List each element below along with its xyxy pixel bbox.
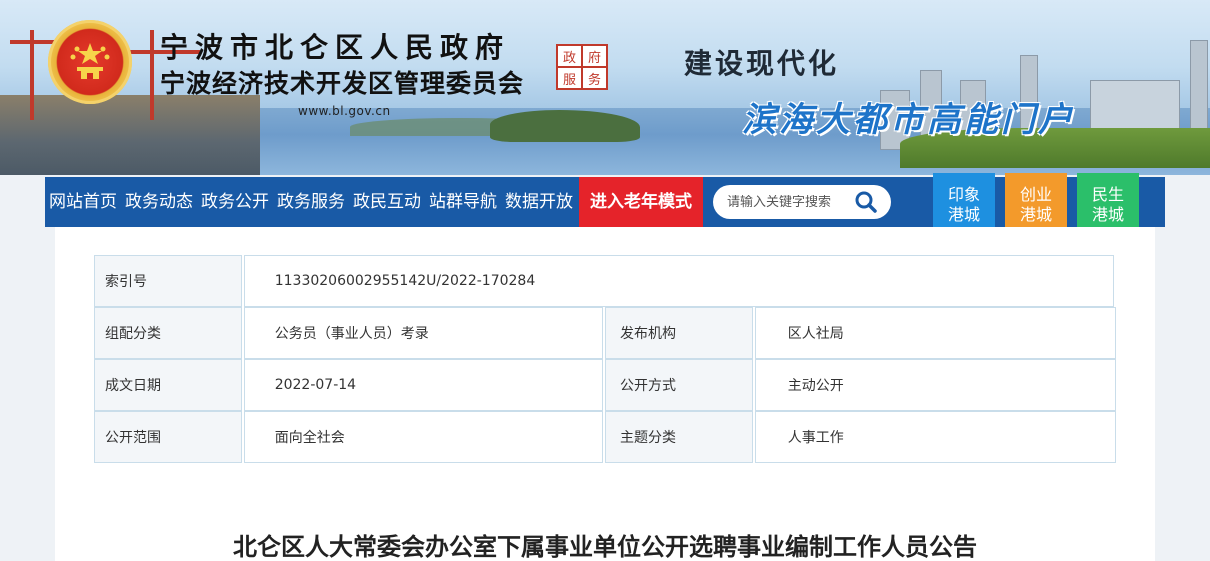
site-title: 宁波市北仑区人民政府: [160, 31, 511, 64]
issuer-label: 发布机构: [605, 307, 753, 359]
slogan-line1: 建设现代化: [684, 47, 840, 80]
index-label: 索引号: [94, 255, 242, 307]
tile-label: 港城: [1019, 205, 1052, 224]
nav-item-news[interactable]: 政务动态: [121, 177, 197, 227]
nav-item-home[interactable]: 网站首页: [45, 177, 121, 227]
tile-label: 港城: [947, 205, 980, 224]
nav-item-open-data[interactable]: 数据开放: [501, 177, 577, 227]
table-row: 公开范围 面向全社会 主题分类 人事工作: [94, 411, 1117, 463]
seal-char: 政: [557, 45, 582, 67]
method-label: 公开方式: [605, 359, 753, 411]
nav-item-sites[interactable]: 站群导航: [425, 177, 501, 227]
site-url: www.bl.gov.cn: [298, 104, 391, 118]
topic-label: 主题分类: [605, 411, 753, 463]
gov-service-seal: 政 府 服 务: [556, 44, 608, 90]
tile-startup-city[interactable]: 创业 港城: [1005, 173, 1067, 229]
table-row: 索引号 113302060029551​42U/2022-170284: [94, 255, 1116, 307]
slogan-line2: 滨海大都市高能门户: [742, 100, 1075, 140]
tile-impression-city[interactable]: 印象 港城: [933, 173, 995, 229]
scope-value: 面向全社会: [243, 411, 603, 463]
date-value: 2022-07-14: [243, 359, 603, 411]
crane-decoration: [150, 30, 154, 120]
date-label: 成文日期: [94, 359, 242, 411]
main-nav: 网站首页 政务动态 政务公开 政务服务 政民互动 站群导航 数据开放 进入老年模…: [45, 177, 1165, 227]
index-value: 113302060029551​42U/2022-170284: [243, 255, 1114, 307]
search-box: [713, 185, 891, 219]
tile-label: 民生: [1091, 185, 1124, 204]
nav-item-services[interactable]: 政务服务: [273, 177, 349, 227]
tile-livelihood-city[interactable]: 民生 港城: [1077, 173, 1139, 229]
issuer-value: 区人社局: [754, 307, 1117, 359]
site-subtitle: 宁波经济技术开发区管理委员会: [160, 69, 525, 98]
category-label: 组配分类: [94, 307, 242, 359]
scope-label: 公开范围: [94, 411, 242, 463]
article-title: 北仑区人大常委会办公室下属事业单位公开选聘事业编制工作人员公告: [233, 533, 977, 561]
category-value: 公务员（事业人员）考录: [243, 307, 603, 359]
table-row: 组配分类 公务员（事业人员）考录 发布机构 区人社局: [94, 307, 1117, 359]
main-content: 索引号 113302060029551​42U/2022-170284 组配分类…: [55, 227, 1155, 561]
seal-char: 服: [557, 67, 582, 89]
banner-island: [490, 110, 640, 142]
national-emblem-icon: [48, 20, 132, 104]
tile-label: 创业: [1019, 185, 1052, 204]
search-icon[interactable]: [853, 189, 879, 215]
seal-char: 府: [582, 45, 607, 67]
nav-item-interaction[interactable]: 政民互动: [349, 177, 425, 227]
topic-value: 人事工作: [754, 411, 1117, 463]
tile-label: 印象: [947, 185, 980, 204]
elder-mode-button[interactable]: 进入老年模式: [579, 177, 703, 227]
nav-item-disclosure[interactable]: 政务公开: [197, 177, 273, 227]
tile-label: 港城: [1091, 205, 1124, 224]
table-row: 成文日期 2022-07-14 公开方式 主动公开: [94, 359, 1117, 411]
search-input[interactable]: [727, 194, 847, 210]
banner-port: [0, 95, 260, 175]
method-value: 主动公开: [754, 359, 1117, 411]
document-info-table: 索引号 113302060029551​42U/2022-170284 组配分类…: [94, 255, 1117, 463]
seal-char: 务: [582, 67, 607, 89]
header-banner: 宁波市北仑区人民政府 宁波经济技术开发区管理委员会 www.bl.gov.cn …: [0, 0, 1210, 175]
